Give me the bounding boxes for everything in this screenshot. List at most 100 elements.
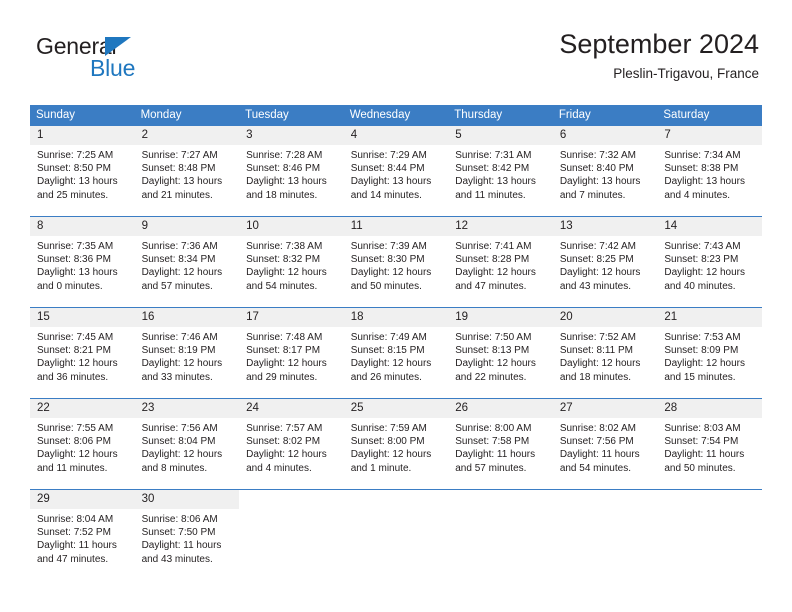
day-sunrise-text: Sunrise: 8:00 AM <box>455 423 532 434</box>
day-daylight1-text: Daylight: 12 hours <box>559 267 641 279</box>
day-cell-inner: 23 Sunrise: 7:56 AM Sunset: 8:04 PM Dayligh… <box>134 399 240 489</box>
page-subtitle: Pleslin-Trigavou, France <box>613 66 759 81</box>
calendar-day-cell[interactable]: 15 Sunrise: 7:45 AM Sunset: 8:21 PM Dayligh… <box>30 307 135 399</box>
day-details: Sunrise: 7:53 AM Sunset: 8:09 PM Daylight:… <box>657 327 762 384</box>
calendar-day-cell[interactable]: 11 Sunrise: 7:39 AM Sunset: 8:30 PM Dayligh… <box>343 216 449 308</box>
calendar-day-cell[interactable]: 29 Sunrise: 8:04 AM Sunset: 7:52 PM Dayligh… <box>30 489 135 580</box>
day-cell-inner: 5 Sunrise: 7:31 AM Sunset: 8:42 PM Daylight… <box>448 126 553 216</box>
day-daylight2-text: and 1 minute. <box>350 462 412 474</box>
day-details: Sunrise: 7:50 AM Sunset: 8:13 PM Daylight:… <box>448 327 553 384</box>
day-cell-inner: 21 Sunrise: 7:53 AM Sunset: 8:09 PM Dayligh… <box>657 308 762 398</box>
day-cell-inner: 25 Sunrise: 7:59 AM Sunset: 8:00 PM Dayligh… <box>343 399 449 489</box>
day-details: Sunrise: 7:32 AM Sunset: 8:40 PM Daylight:… <box>553 145 658 202</box>
day-details: Sunrise: 7:45 AM Sunset: 8:21 PM Daylight:… <box>30 327 135 384</box>
calendar-day-cell[interactable]: 4 Sunrise: 7:29 AM Sunset: 8:44 PM Daylight… <box>343 126 449 217</box>
day-sunset-text: Sunset: 8:00 PM <box>350 436 425 448</box>
calendar-day-cell-empty <box>448 489 553 580</box>
day-sunset-text: Sunset: 8:21 PM <box>37 345 111 357</box>
day-number: 6 <box>552 126 658 145</box>
calendar-day-cell[interactable]: 17 Sunrise: 7:48 AM Sunset: 8:17 PM Dayligh… <box>239 307 344 399</box>
calendar-day-cell[interactable]: 18 Sunrise: 7:49 AM Sunset: 8:15 PM Dayligh… <box>343 307 449 399</box>
day-cell-inner: 11 Sunrise: 7:39 AM Sunset: 8:30 PM Dayligh… <box>343 217 449 307</box>
day-number: 3 <box>239 126 344 145</box>
day-cell-inner: 18 Sunrise: 7:49 AM Sunset: 8:15 PM Dayligh… <box>343 308 449 398</box>
day-sunrise-text: Sunrise: 7:34 AM <box>664 150 741 161</box>
calendar-day-cell[interactable]: 3 Sunrise: 7:28 AM Sunset: 8:46 PM Daylight… <box>239 126 344 217</box>
day-sunrise-text: Sunrise: 7:55 AM <box>37 423 114 434</box>
day-daylight1-text: Daylight: 12 hours <box>141 358 223 370</box>
day-number: 26 <box>448 399 553 418</box>
calendar-day-cell[interactable]: 16 Sunrise: 7:46 AM Sunset: 8:19 PM Dayligh… <box>134 307 240 399</box>
calendar-day-cell[interactable]: 1 Sunrise: 7:25 AM Sunset: 8:50 PM Daylight… <box>30 126 135 217</box>
day-daylight2-text: and 18 minutes. <box>559 371 631 383</box>
day-daylight1-text: Daylight: 13 hours <box>246 176 327 188</box>
day-daylight1-text: Daylight: 12 hours <box>37 358 118 370</box>
calendar-day-cell[interactable]: 27 Sunrise: 8:02 AM Sunset: 7:56 PM Dayligh… <box>552 398 658 490</box>
day-number <box>552 490 658 509</box>
weekday-header-sunday: Sunday <box>30 105 135 126</box>
day-sunrise-text: Sunrise: 7:38 AM <box>246 241 323 252</box>
calendar-day-cell[interactable]: 28 Sunrise: 8:03 AM Sunset: 7:54 PM Dayligh… <box>657 398 762 490</box>
calendar-day-cell[interactable]: 26 Sunrise: 8:00 AM Sunset: 7:58 PM Dayligh… <box>448 398 553 490</box>
day-sunrise-text: Sunrise: 7:25 AM <box>37 150 114 161</box>
day-cell-inner: 29 Sunrise: 8:04 AM Sunset: 7:52 PM Dayligh… <box>30 490 135 580</box>
calendar-day-cell[interactable]: 8 Sunrise: 7:35 AM Sunset: 8:36 PM Daylight… <box>30 216 135 308</box>
day-cell-inner: 13 Sunrise: 7:42 AM Sunset: 8:25 PM Dayligh… <box>552 217 658 307</box>
calendar-day-cell[interactable]: 10 Sunrise: 7:38 AM Sunset: 8:32 PM Dayligh… <box>239 216 344 308</box>
day-sunrise-text: Sunrise: 7:48 AM <box>246 332 323 343</box>
calendar-day-cell[interactable]: 21 Sunrise: 7:53 AM Sunset: 8:09 PM Dayligh… <box>657 307 762 399</box>
day-cell-inner: 20 Sunrise: 7:52 AM Sunset: 8:11 PM Dayligh… <box>552 308 658 398</box>
calendar-day-cell[interactable]: 19 Sunrise: 7:50 AM Sunset: 8:13 PM Dayligh… <box>448 307 553 399</box>
calendar-day-cell[interactable]: 13 Sunrise: 7:42 AM Sunset: 8:25 PM Dayligh… <box>552 216 658 308</box>
calendar-day-cell[interactable]: 25 Sunrise: 7:59 AM Sunset: 8:00 PM Dayligh… <box>343 398 449 490</box>
calendar-day-cell[interactable]: 24 Sunrise: 7:57 AM Sunset: 8:02 PM Dayligh… <box>239 398 344 490</box>
day-daylight2-text: and 43 minutes. <box>141 553 213 565</box>
day-sunset-text: Sunset: 8:04 PM <box>141 436 216 448</box>
day-daylight1-text: Daylight: 12 hours <box>664 267 745 279</box>
calendar-day-cell[interactable]: 6 Sunrise: 7:32 AM Sunset: 8:40 PM Daylight… <box>552 126 658 217</box>
calendar-day-cell[interactable]: 2 Sunrise: 7:27 AM Sunset: 8:48 PM Daylight… <box>134 126 240 217</box>
calendar-week-row: 29 Sunrise: 8:04 AM Sunset: 7:52 PM Dayligh… <box>30 489 762 580</box>
calendar-day-cell-empty <box>552 489 658 580</box>
calendar-day-cell[interactable]: 7 Sunrise: 7:34 AM Sunset: 8:38 PM Daylight… <box>657 126 762 217</box>
calendar-day-cell[interactable]: 9 Sunrise: 7:36 AM Sunset: 8:34 PM Daylight… <box>134 216 240 308</box>
day-daylight1-text: Daylight: 13 hours <box>664 176 745 188</box>
day-daylight1-text: Daylight: 11 hours <box>141 540 222 552</box>
day-daylight1-text: Daylight: 12 hours <box>246 267 327 279</box>
day-cell-inner: 4 Sunrise: 7:29 AM Sunset: 8:44 PM Daylight… <box>343 126 449 216</box>
day-daylight2-text: and 54 minutes. <box>246 280 318 292</box>
brand-logo[interactable]: General Blue <box>36 33 236 85</box>
calendar-day-cell[interactable]: 23 Sunrise: 7:56 AM Sunset: 8:04 PM Dayligh… <box>134 398 240 490</box>
day-sunset-text: Sunset: 8:50 PM <box>37 163 111 175</box>
day-cell-inner <box>657 490 762 580</box>
title-block: September 2024 Pleslin-Trigavou, France <box>559 28 759 84</box>
calendar-table: Sunday Monday Tuesday Wednesday Thursday… <box>30 105 762 580</box>
day-number: 28 <box>657 399 762 418</box>
day-cell-inner: 17 Sunrise: 7:48 AM Sunset: 8:17 PM Dayligh… <box>239 308 344 398</box>
day-number <box>239 490 344 509</box>
day-daylight2-text: and 33 minutes. <box>141 371 213 383</box>
calendar-day-cell[interactable]: 5 Sunrise: 7:31 AM Sunset: 8:42 PM Daylight… <box>448 126 553 217</box>
day-daylight2-text: and 40 minutes. <box>664 280 736 292</box>
day-daylight1-text: Daylight: 12 hours <box>246 449 327 461</box>
calendar-day-cell[interactable]: 30 Sunrise: 8:06 AM Sunset: 7:50 PM Dayligh… <box>134 489 240 580</box>
calendar-day-cell[interactable]: 12 Sunrise: 7:41 AM Sunset: 8:28 PM Dayligh… <box>448 216 553 308</box>
day-sunset-text: Sunset: 8:02 PM <box>246 436 321 448</box>
calendar-day-cell[interactable]: 22 Sunrise: 7:55 AM Sunset: 8:06 PM Dayligh… <box>30 398 135 490</box>
day-daylight1-text: Daylight: 13 hours <box>37 176 118 188</box>
page-title: September 2024 <box>559 29 759 59</box>
day-details: Sunrise: 7:59 AM Sunset: 8:00 PM Daylight:… <box>344 418 449 475</box>
day-cell-inner: 7 Sunrise: 7:34 AM Sunset: 8:38 PM Daylight… <box>657 126 762 216</box>
day-cell-inner: 15 Sunrise: 7:45 AM Sunset: 8:21 PM Dayligh… <box>30 308 135 398</box>
day-number: 2 <box>134 126 240 145</box>
day-sunrise-text: Sunrise: 8:02 AM <box>559 423 636 434</box>
day-number <box>448 490 553 509</box>
day-details: Sunrise: 7:48 AM Sunset: 8:17 PM Daylight:… <box>239 327 344 384</box>
calendar-day-cell[interactable]: 20 Sunrise: 7:52 AM Sunset: 8:11 PM Dayligh… <box>552 307 658 399</box>
weekday-header-saturday: Saturday <box>657 105 762 126</box>
calendar-day-cell[interactable]: 14 Sunrise: 7:43 AM Sunset: 8:23 PM Dayligh… <box>657 216 762 308</box>
day-sunrise-text: Sunrise: 7:56 AM <box>141 423 218 434</box>
day-sunset-text: Sunset: 8:34 PM <box>141 254 216 266</box>
day-daylight2-text: and 47 minutes. <box>37 553 109 565</box>
day-number: 15 <box>30 308 135 327</box>
